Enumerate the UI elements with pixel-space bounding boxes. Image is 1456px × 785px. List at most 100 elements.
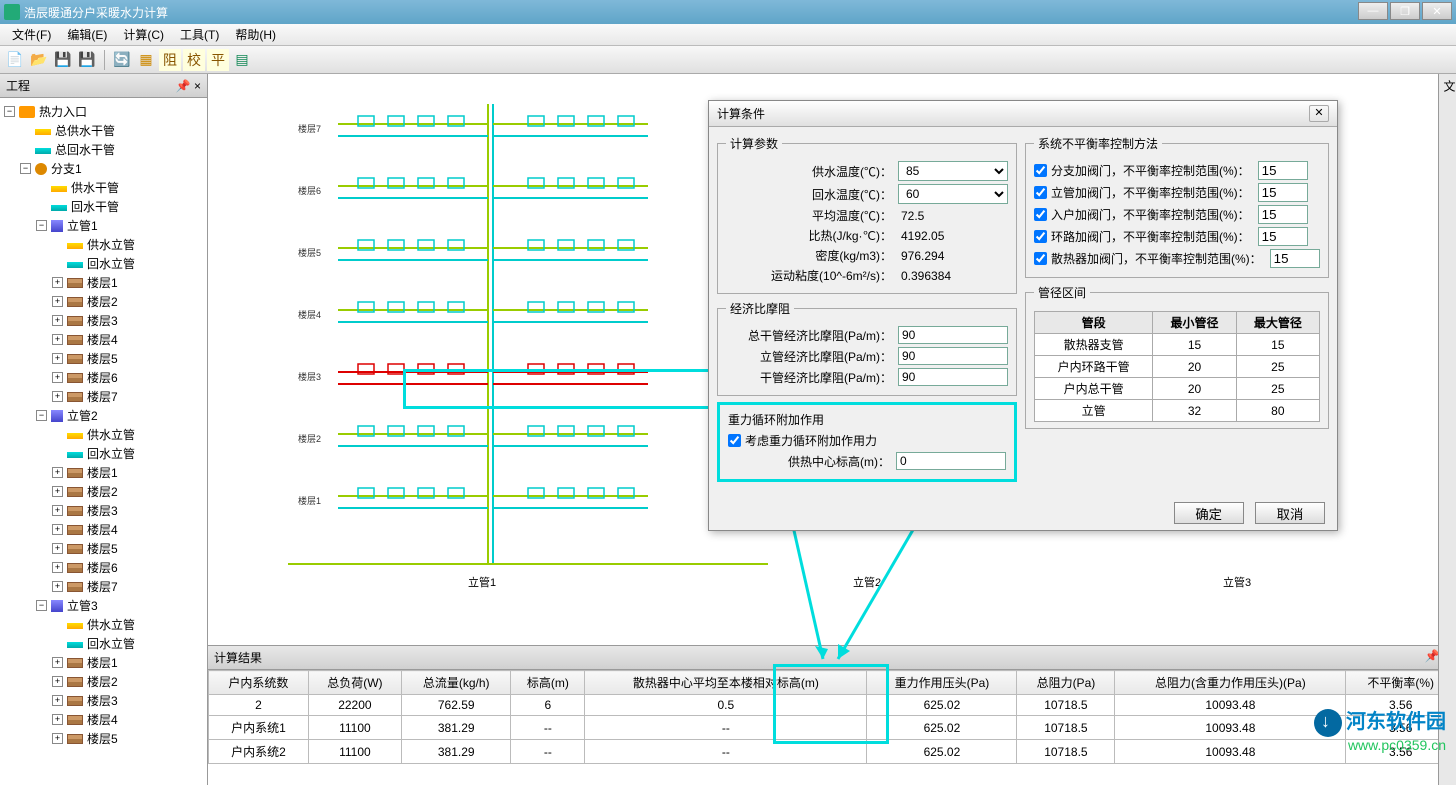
results-cell[interactable]: -- (511, 740, 585, 764)
imbal-branch-check[interactable] (1034, 164, 1047, 177)
tree-floor[interactable]: 楼层4 (87, 711, 118, 728)
expander-icon[interactable]: + (52, 467, 63, 478)
diam-cell[interactable]: 立管 (1035, 400, 1153, 422)
tree-return-riser[interactable]: 回水立管 (87, 255, 135, 272)
tool-button-3[interactable]: 平 (207, 49, 229, 71)
ok-button[interactable]: 确定 (1174, 502, 1244, 524)
expander-icon[interactable]: + (52, 372, 63, 383)
tree-floor[interactable]: 楼层5 (87, 350, 118, 367)
close-button[interactable]: ✕ (1422, 2, 1452, 20)
results-cell[interactable]: 10718.5 (1017, 740, 1115, 764)
tree-floor[interactable]: 楼层4 (87, 521, 118, 538)
friction-main-input[interactable] (898, 326, 1008, 344)
tree-supply-riser[interactable]: 供水立管 (87, 236, 135, 253)
expander-icon[interactable]: + (52, 581, 63, 592)
tree-return-main[interactable]: 总回水干管 (55, 141, 115, 158)
gravity-checkbox[interactable] (728, 434, 741, 447)
menu-file[interactable]: 文件(F) (4, 24, 59, 45)
pin-icon[interactable]: 📌 (176, 79, 191, 93)
dialog-titlebar[interactable]: 计算条件 ✕ (709, 101, 1337, 127)
tree-floor[interactable]: 楼层6 (87, 559, 118, 576)
results-cell[interactable]: 625.02 (867, 740, 1017, 764)
excel-button[interactable]: ▤ (231, 49, 253, 71)
expander-icon[interactable]: + (52, 486, 63, 497)
tree-riser2[interactable]: 立管2 (67, 407, 98, 424)
menu-help[interactable]: 帮助(H) (227, 24, 284, 45)
tool-button-2[interactable]: 校 (183, 49, 205, 71)
results-cell[interactable]: 户内系统1 (209, 716, 309, 740)
results-cell[interactable]: 762.59 (401, 695, 511, 716)
results-cell[interactable]: 625.02 (867, 716, 1017, 740)
save-button[interactable]: 💾 (52, 49, 74, 71)
tree-riser3[interactable]: 立管3 (67, 597, 98, 614)
center-height-input[interactable] (896, 452, 1006, 470)
imbal-riser-input[interactable] (1258, 183, 1308, 202)
refresh-button[interactable]: 🔄 (111, 49, 133, 71)
tree-floor[interactable]: 楼层4 (87, 331, 118, 348)
results-cell[interactable]: 10093.48 (1115, 695, 1346, 716)
results-cell[interactable]: -- (585, 716, 867, 740)
expander-icon[interactable]: − (4, 106, 15, 117)
cancel-button[interactable]: 取消 (1255, 502, 1325, 524)
tree-floor[interactable]: 楼层5 (87, 540, 118, 557)
results-cell[interactable]: 11100 (308, 740, 401, 764)
tree-floor[interactable]: 楼层3 (87, 312, 118, 329)
expander-icon[interactable]: + (52, 695, 63, 706)
results-cell[interactable]: -- (585, 740, 867, 764)
tree-return-riser[interactable]: 回水立管 (87, 635, 135, 652)
expander-icon[interactable]: + (52, 315, 63, 326)
results-cell[interactable]: 625.02 (867, 695, 1017, 716)
diam-cell[interactable]: 25 (1236, 378, 1319, 400)
results-cell[interactable]: 10093.48 (1115, 740, 1346, 764)
diam-cell[interactable]: 20 (1153, 378, 1236, 400)
results-cell[interactable]: 11100 (308, 716, 401, 740)
tree-floor[interactable]: 楼层1 (87, 654, 118, 671)
diam-cell[interactable]: 32 (1153, 400, 1236, 422)
expander-icon[interactable]: + (52, 562, 63, 573)
menu-edit[interactable]: 编辑(E) (59, 24, 115, 45)
imbal-radiator-input[interactable] (1270, 249, 1320, 268)
new-button[interactable]: 📄 (4, 49, 26, 71)
results-cell[interactable]: 10718.5 (1017, 716, 1115, 740)
expander-icon[interactable]: + (52, 733, 63, 744)
results-cell[interactable]: 22200 (308, 695, 401, 716)
tree-floor[interactable]: 楼层2 (87, 483, 118, 500)
results-cell[interactable]: -- (511, 716, 585, 740)
expander-icon[interactable]: + (52, 714, 63, 725)
imbal-entry-check[interactable] (1034, 208, 1047, 221)
expander-icon[interactable]: + (52, 334, 63, 345)
results-cell[interactable]: 户内系统2 (209, 740, 309, 764)
expander-icon[interactable]: + (52, 505, 63, 516)
tree-riser1[interactable]: 立管1 (67, 217, 98, 234)
tree-branch1[interactable]: 分支1 (51, 160, 82, 177)
open-button[interactable]: 📂 (28, 49, 50, 71)
project-tree[interactable]: −热力入口 总供水干管 总回水干管 −分支1 供水干管 回水干管 −立管1 供水… (0, 98, 207, 785)
tool-button-1[interactable]: 阻 (159, 49, 181, 71)
tree-supply-main[interactable]: 总供水干管 (55, 122, 115, 139)
tree-floor[interactable]: 楼层7 (87, 388, 118, 405)
diam-cell[interactable]: 20 (1153, 356, 1236, 378)
supply-temp-select[interactable]: 85 (898, 161, 1008, 181)
tree-supply-branch[interactable]: 供水干管 (71, 179, 119, 196)
expander-icon[interactable]: − (36, 600, 47, 611)
imbal-riser-check[interactable] (1034, 186, 1047, 199)
menu-tool[interactable]: 工具(T) (172, 24, 227, 45)
expander-icon[interactable]: + (52, 277, 63, 288)
right-docked-tab[interactable]: 文 (1438, 74, 1456, 785)
expander-icon[interactable]: + (52, 391, 63, 402)
imbal-entry-input[interactable] (1258, 205, 1308, 224)
results-cell[interactable]: 381.29 (401, 716, 511, 740)
tree-root[interactable]: 热力入口 (39, 103, 87, 120)
panel-close-icon[interactable]: × (194, 79, 201, 93)
diam-cell[interactable]: 80 (1236, 400, 1319, 422)
results-cell[interactable]: 0.5 (585, 695, 867, 716)
tree-floor[interactable]: 楼层5 (87, 730, 118, 747)
imbal-loop-check[interactable] (1034, 230, 1047, 243)
imbal-radiator-check[interactable] (1034, 252, 1047, 265)
friction-branch-input[interactable] (898, 368, 1008, 386)
results-cell[interactable]: 10718.5 (1017, 695, 1115, 716)
expander-icon[interactable]: + (52, 676, 63, 687)
diam-cell[interactable]: 户内环路干管 (1035, 356, 1153, 378)
expander-icon[interactable]: + (52, 543, 63, 554)
tree-supply-riser[interactable]: 供水立管 (87, 616, 135, 633)
